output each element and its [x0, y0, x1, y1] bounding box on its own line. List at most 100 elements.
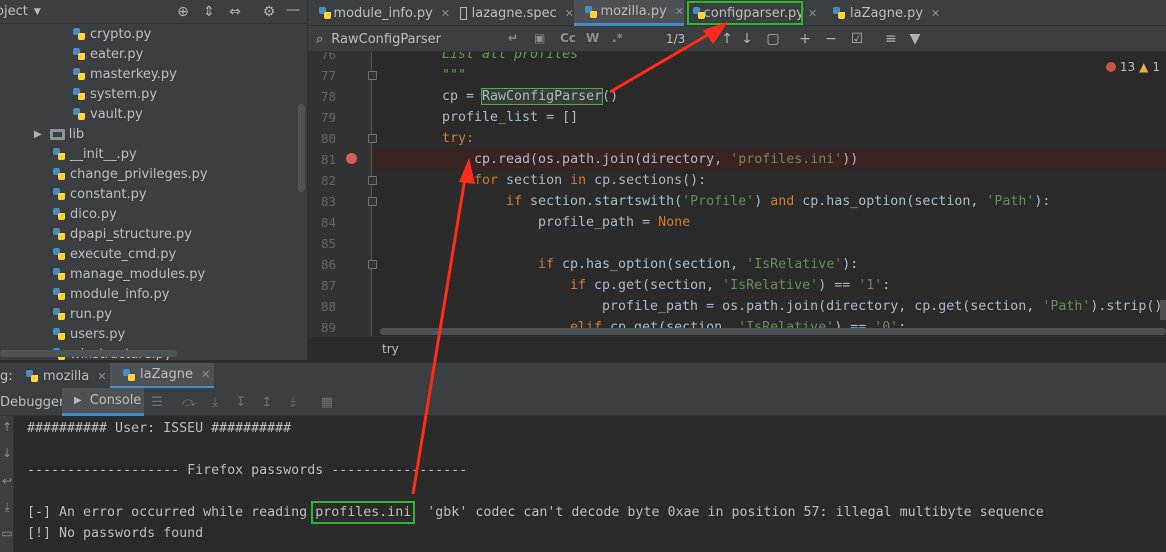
- scroll-to-end-icon[interactable]: ⤓: [0, 500, 14, 515]
- project-title[interactable]: oject: [0, 4, 28, 19]
- python-file-icon: [584, 5, 598, 19]
- search-field[interactable]: ⌕ ↵ ▣ Cc W .*: [312, 29, 632, 49]
- tab-label: laZagne.py: [850, 5, 924, 21]
- remove-selection-icon[interactable]: −: [822, 30, 840, 48]
- tree-file[interactable]: crypto.py: [72, 24, 151, 44]
- tree-file[interactable]: masterkey.py: [72, 64, 177, 84]
- chevron-down-icon[interactable]: ▼: [34, 7, 41, 17]
- code-token: profile_path = os.path.join(directory, c…: [602, 299, 1043, 314]
- fold-icon[interactable]: [368, 176, 377, 185]
- new-line-icon[interactable]: ↵: [508, 31, 518, 45]
- history-icon[interactable]: ▣: [534, 31, 545, 45]
- next-occurrence-icon[interactable]: ↓: [738, 30, 756, 48]
- code-line-80: try:: [442, 128, 474, 149]
- line-number: 83: [320, 194, 336, 209]
- tree-file[interactable]: manage_modules.py: [52, 264, 205, 284]
- step-out-icon[interactable]: ↥: [258, 393, 276, 411]
- search-input[interactable]: [331, 31, 492, 47]
- file-label: execute_cmd.py: [70, 246, 177, 262]
- tree-file[interactable]: module_info.py: [52, 284, 169, 304]
- close-icon[interactable]: ✕: [565, 7, 574, 20]
- console-line: [-] An error occurred while reading prof…: [27, 501, 1044, 524]
- tab-configparser[interactable]: configparser.py: [686, 0, 804, 26]
- tree-file[interactable]: change_privileges.py: [52, 164, 208, 184]
- locate-icon[interactable]: ⊕: [174, 3, 192, 21]
- close-icon[interactable]: ✕: [97, 370, 106, 383]
- soft-wrap-icon[interactable]: ↩: [0, 474, 14, 488]
- tree-file[interactable]: eater.py: [72, 44, 143, 64]
- error-count: 13: [1119, 60, 1136, 74]
- fold-icon[interactable]: [368, 71, 377, 80]
- gear-icon[interactable]: ⚙: [260, 3, 278, 21]
- select-all-matches-icon[interactable]: ☑: [848, 30, 866, 48]
- step-into-icon[interactable]: ↧: [232, 393, 250, 411]
- editor-vertical-scrollbar[interactable]: [1160, 300, 1166, 320]
- editor-horizontal-scrollbar[interactable]: [380, 328, 1166, 335]
- previous-occurrence-icon[interactable]: ↑: [718, 30, 736, 48]
- tree-folder-lib[interactable]: ▶ lib: [34, 124, 84, 144]
- collapse-all-icon[interactable]: ⇕: [200, 3, 218, 21]
- up-arrow-icon[interactable]: ↑: [0, 420, 14, 434]
- tab-console[interactable]: ▶ Console: [62, 388, 144, 416]
- tree-file[interactable]: run.py: [52, 304, 112, 324]
- close-icon[interactable]: ✕: [931, 7, 940, 20]
- filter-icon[interactable]: ▼: [906, 30, 924, 48]
- line-number: 81: [320, 152, 336, 167]
- close-icon[interactable]: ✕: [675, 5, 684, 18]
- tree-file[interactable]: execute_cmd.py: [52, 244, 176, 264]
- add-selection-icon[interactable]: +: [796, 30, 814, 48]
- console-output[interactable]: ########## User: ISSEU ########## ------…: [14, 416, 1166, 552]
- fold-icon[interactable]: [368, 134, 377, 143]
- menu-icon[interactable]: ☰: [148, 393, 166, 411]
- tree-file[interactable]: constant.py: [52, 184, 147, 204]
- console-text: [-] An error occurred while reading: [27, 505, 316, 520]
- chevron-right-icon[interactable]: ▶: [34, 129, 42, 140]
- multi-line-icon[interactable]: ≡: [882, 30, 900, 48]
- breadcrumb[interactable]: try: [382, 342, 399, 356]
- run-to-cursor-icon[interactable]: ⤈: [284, 393, 302, 411]
- line-number: 82: [320, 173, 336, 188]
- tab-mozilla[interactable]: mozilla.py ✕: [574, 0, 684, 26]
- tree-horizontal-scrollbar[interactable]: [0, 350, 177, 357]
- close-icon[interactable]: ✕: [201, 368, 210, 381]
- close-icon[interactable]: ✕: [808, 7, 817, 20]
- line-number: 78: [320, 89, 336, 104]
- inspection-widget[interactable]: 13 ▲ 1: [1105, 60, 1160, 74]
- show-execution-point-icon[interactable]: ⤼: [180, 393, 198, 411]
- tree-file[interactable]: system.py: [72, 84, 157, 104]
- code-token: ): [754, 194, 771, 209]
- tab-lazagne-spec[interactable]: lazagne.spec ✕: [450, 0, 574, 26]
- print-icon[interactable]: ▭: [0, 526, 14, 540]
- tree-file[interactable]: dico.py: [52, 204, 117, 224]
- session-label: mozilla: [43, 368, 90, 384]
- tab-configparser-close[interactable]: ✕: [806, 0, 820, 26]
- code-editor[interactable]: 76 77 78 79 80 81 82 83 84 85 86 87 88 8…: [308, 52, 1166, 336]
- search-icon[interactable]: ⌕: [316, 32, 323, 47]
- close-icon[interactable]: ✕: [441, 7, 450, 20]
- fold-icon[interactable]: [368, 197, 377, 206]
- tree-file[interactable]: __init__.py: [52, 144, 137, 164]
- session-tab-lazagne[interactable]: laZagne ✕: [110, 363, 214, 389]
- tree-file[interactable]: dpapi_structure.py: [52, 224, 192, 244]
- words-toggle[interactable]: W: [586, 31, 599, 45]
- project-panel: oject ▼ ⊕ ⇕ ⇔ ⚙ — crypto.py eater.py mas…: [0, 0, 308, 360]
- regex-toggle[interactable]: .*: [612, 31, 623, 45]
- select-all-occurrences-icon[interactable]: ▢: [764, 30, 782, 48]
- tab-lazagne[interactable]: laZagne.py ✕: [822, 0, 942, 26]
- breakpoint-icon[interactable]: [346, 153, 357, 164]
- minimize-icon[interactable]: —: [286, 2, 300, 18]
- tree-vertical-scrollbar[interactable]: [298, 104, 305, 192]
- session-tab-mozilla[interactable]: mozilla ✕: [20, 363, 108, 389]
- line-number: 80: [320, 131, 336, 146]
- evaluate-expression-icon[interactable]: ▦: [318, 393, 336, 411]
- step-over-icon[interactable]: ⤓: [206, 393, 224, 411]
- tree-file[interactable]: vault.py: [72, 104, 143, 124]
- expand-all-icon[interactable]: ⇔: [226, 3, 244, 21]
- down-arrow-icon[interactable]: ↓: [0, 446, 14, 460]
- tab-debugger[interactable]: Debugger: [0, 388, 64, 416]
- tab-module-info[interactable]: module_info.py ✕: [308, 0, 450, 26]
- match-case-toggle[interactable]: Cc: [560, 31, 576, 45]
- tree-file[interactable]: users.py: [52, 324, 125, 344]
- editor-gutter[interactable]: 76 77 78 79 80 81 82 83 84 85 86 87 88 8…: [308, 52, 372, 336]
- fold-icon[interactable]: [368, 260, 377, 269]
